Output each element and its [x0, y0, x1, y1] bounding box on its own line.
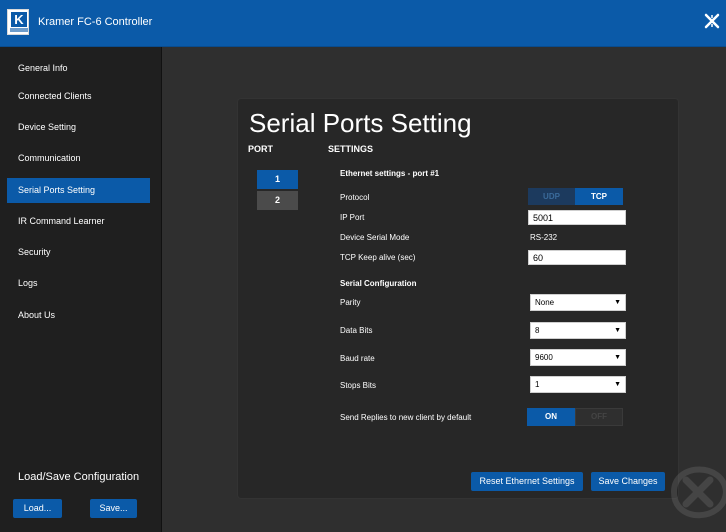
ip-port-input[interactable]	[528, 210, 626, 225]
sidebar: General Info Connected Clients Device Se…	[0, 47, 162, 532]
device-serial-mode-value: RS-232	[530, 233, 558, 242]
app-title: Kramer FC-6 Controller	[38, 16, 153, 28]
baud-rate-label: Baud rate	[340, 354, 375, 363]
sidebar-item-logs[interactable]: Logs	[7, 271, 150, 296]
sidebar-item-ir-command-learner[interactable]: IR Command Learner	[7, 209, 150, 234]
stop-bits-label: Stops Bits	[340, 381, 377, 390]
protocol-tcp-toggle[interactable]: TCP	[575, 188, 623, 205]
chevron-down-icon: ▼	[614, 327, 621, 334]
reset-ethernet-settings-button[interactable]: Reset Ethernet Settings	[471, 472, 583, 491]
close-icon[interactable]	[704, 13, 720, 29]
send-replies-label: Send Replies to new client by default	[340, 413, 472, 422]
baud-rate-select-value: 9600	[535, 353, 553, 362]
app-header: K Kramer FC-6 Controller	[0, 0, 726, 47]
ip-port-label: IP Port	[340, 213, 365, 222]
port-1-button[interactable]: 1	[257, 170, 298, 189]
tcp-keep-alive-label: TCP Keep alive (sec)	[340, 253, 416, 262]
load-save-title: Load/Save Configuration	[18, 471, 140, 483]
stop-bits-select[interactable]: 1 ▼	[530, 376, 626, 393]
ethernet-settings-heading: Ethernet settings - port #1	[340, 169, 440, 178]
sidebar-item-connected-clients[interactable]: Connected Clients	[7, 84, 150, 109]
parity-select-value: None	[535, 298, 555, 307]
kramer-watermark-icon	[670, 466, 726, 519]
data-bits-label: Data Bits	[340, 326, 373, 335]
parity-select[interactable]: None ▼	[530, 294, 626, 311]
kramer-logo-icon: K	[7, 9, 29, 35]
sidebar-item-communication[interactable]: Communication	[7, 146, 150, 171]
tcp-keep-alive-input[interactable]	[528, 250, 626, 265]
data-bits-select-value: 8	[535, 326, 540, 335]
port-2-button[interactable]: 2	[257, 191, 298, 210]
save-changes-button[interactable]: Save Changes	[591, 472, 665, 491]
sidebar-item-serial-ports-setting[interactable]: Serial Ports Setting	[7, 178, 150, 203]
sidebar-item-about-us[interactable]: About Us	[7, 303, 150, 328]
chevron-down-icon: ▼	[614, 381, 621, 388]
data-bits-select[interactable]: 8 ▼	[530, 322, 626, 339]
chevron-down-icon: ▼	[614, 354, 621, 361]
chevron-down-icon: ▼	[614, 299, 621, 306]
protocol-udp-toggle[interactable]: UDP	[528, 188, 575, 205]
baud-rate-select[interactable]: 9600 ▼	[530, 349, 626, 366]
device-serial-mode-label: Device Serial Mode	[340, 233, 410, 242]
sidebar-item-general-info[interactable]: General Info	[7, 56, 150, 81]
sidebar-item-security[interactable]: Security	[7, 240, 150, 265]
send-replies-on-toggle[interactable]: ON	[527, 408, 575, 426]
port-column-header: PORT	[248, 144, 274, 154]
serial-configuration-heading: Serial Configuration	[340, 279, 417, 288]
protocol-label: Protocol	[340, 193, 370, 202]
sidebar-item-device-setting[interactable]: Device Setting	[7, 115, 150, 140]
page-title: Serial Ports Setting	[249, 108, 472, 138]
send-replies-off-toggle[interactable]: OFF	[575, 408, 623, 426]
parity-label: Parity	[340, 298, 361, 307]
save-config-button[interactable]: Save...	[90, 499, 137, 518]
stop-bits-select-value: 1	[535, 380, 540, 389]
settings-column-header: SETTINGS	[328, 144, 374, 154]
load-button[interactable]: Load...	[13, 499, 62, 518]
